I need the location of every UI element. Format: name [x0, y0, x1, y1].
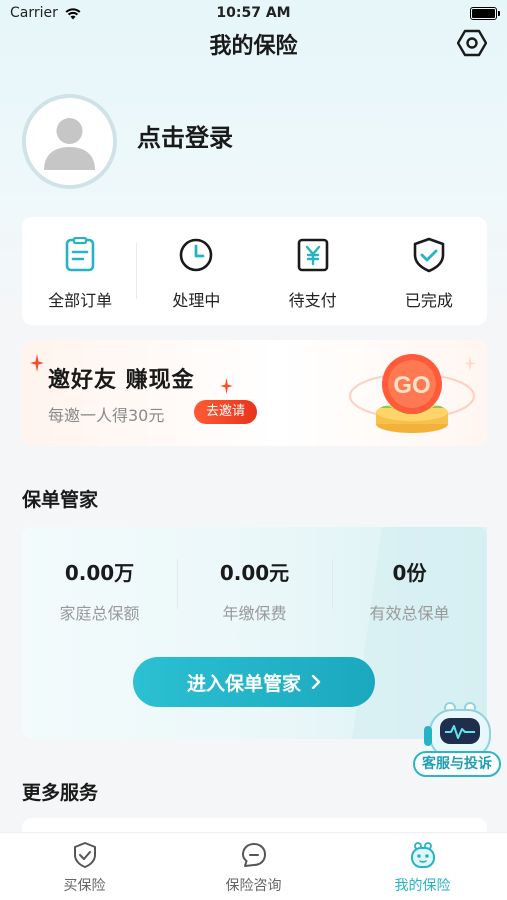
order-tab-label: 处理中: [172, 291, 221, 310]
order-tab-processing[interactable]: 处理中: [138, 217, 254, 325]
clock: 10:57 AM: [216, 5, 291, 21]
tab-my-insurance[interactable]: 我的保险: [338, 833, 507, 900]
order-tab-label: 待支付: [288, 291, 337, 310]
stat-caption: 家庭总保额: [59, 604, 140, 623]
chevron-right-icon: [311, 675, 321, 689]
yuan-payment-icon: [297, 238, 328, 272]
tab-insurance-consult[interactable]: 保险咨询: [169, 833, 338, 900]
stat-annual-premium: 0.00元 年缴保费: [177, 557, 332, 624]
policy-manager-card: 0.00万 家庭总保额 0.00元 年缴保费 0份 有效总保单 进入保单管家: [22, 527, 487, 739]
stat-value: 0.00万: [64, 561, 135, 585]
stat-active-policies: 0份 有效总保单: [332, 557, 487, 624]
customer-service-button[interactable]: 客服与投诉: [413, 751, 501, 777]
stat-caption: 年缴保费: [222, 604, 287, 623]
tab-label: 保险咨询: [225, 878, 282, 894]
clock-icon: [180, 238, 213, 272]
order-list-icon: [65, 237, 95, 272]
page-title: 我的保险: [209, 34, 298, 59]
avatar[interactable]: [22, 94, 117, 189]
settings-hexagon-icon[interactable]: [457, 28, 487, 58]
invite-title: 邀好友 赚现金: [48, 368, 195, 393]
user-placeholder-icon: [26, 98, 113, 185]
login-link[interactable]: 点击登录: [137, 118, 233, 153]
sparkle-icon: [30, 354, 44, 372]
stat-total-coverage: 0.00万 家庭总保额: [22, 557, 177, 624]
section-title-policy: 保单管家: [22, 489, 99, 511]
stat-value: 0.00元: [219, 561, 290, 585]
enter-button-label: 进入保单管家: [186, 672, 301, 695]
section-title-more-services: 更多服务: [22, 782, 99, 804]
tab-buy-insurance[interactable]: 买保险: [0, 833, 169, 900]
go-coin-label: GO: [393, 372, 430, 399]
order-tab-completed[interactable]: 已完成: [371, 217, 487, 325]
invite-banner[interactable]: 邀好友 赚现金 每邀一人得30元 去邀请 GO: [22, 340, 487, 446]
sparkle-icon: [220, 378, 233, 394]
stat-value: 0份: [392, 561, 427, 585]
go-coin-icon: GO: [349, 354, 475, 433]
order-tab-label: 已完成: [404, 291, 453, 310]
order-tab-all[interactable]: 全部订单: [22, 217, 138, 325]
shield-check-icon: [73, 842, 96, 868]
tab-bar: 买保险 保险咨询 我的保险: [0, 832, 507, 900]
divider: [136, 243, 137, 299]
invite-button[interactable]: 去邀请: [194, 400, 258, 424]
orders-card: 全部订单 处理中 待支付 已完成: [22, 217, 487, 325]
invite-subtitle: 每邀一人得30元: [48, 406, 165, 425]
order-tab-label: 全部订单: [48, 291, 113, 310]
battery-icon: [470, 7, 500, 20]
stat-caption: 有效总保单: [369, 604, 450, 623]
chat-icon: [241, 843, 266, 867]
status-bar: Carrier 10:57 AM: [0, 0, 507, 28]
mascot-face-icon: [410, 842, 435, 868]
shield-check-icon: [413, 237, 445, 273]
tab-label: 我的保险: [394, 878, 451, 894]
order-tab-pending-payment[interactable]: 待支付: [255, 217, 371, 325]
tab-label: 买保险: [63, 878, 106, 894]
enter-policy-manager-button[interactable]: 进入保单管家: [133, 657, 375, 707]
